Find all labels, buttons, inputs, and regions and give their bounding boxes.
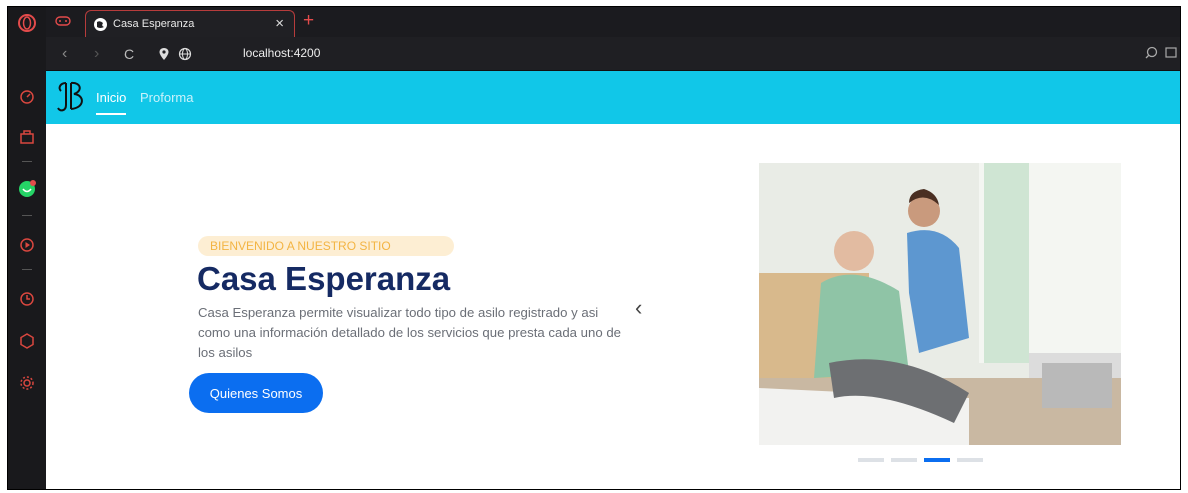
whatsapp-icon[interactable] bbox=[17, 179, 37, 199]
snapshot-icon[interactable] bbox=[1165, 46, 1178, 62]
page-viewport: Inicio Proforma BIENVENIDO A NUESTRO SIT… bbox=[46, 71, 1180, 489]
address-bar: ‹ › C localhost:4200 bbox=[46, 37, 1180, 71]
gamepad-icon[interactable] bbox=[54, 13, 72, 29]
carousel-prev-button[interactable]: ‹ bbox=[635, 295, 642, 321]
sidebar-divider bbox=[22, 161, 32, 162]
hero-description: Casa Esperanza permite visualizar todo t… bbox=[198, 305, 621, 360]
reload-button[interactable]: C bbox=[124, 46, 134, 62]
speed-dial-icon[interactable] bbox=[17, 87, 37, 107]
back-button[interactable]: ‹ bbox=[62, 45, 67, 63]
player-icon[interactable] bbox=[17, 235, 37, 255]
forward-button[interactable]: › bbox=[94, 45, 99, 63]
tab-casa-esperanza[interactable]: Casa Esperanza × bbox=[85, 10, 295, 37]
bag-icon[interactable] bbox=[17, 127, 37, 147]
carousel-indicator-active[interactable] bbox=[924, 458, 950, 462]
extensions-icon[interactable] bbox=[17, 331, 37, 351]
welcome-badge: BIENVENIDO A NUESTRO SITIO bbox=[198, 236, 454, 256]
search-icon[interactable] bbox=[1145, 46, 1158, 62]
hero-photo bbox=[759, 163, 1121, 445]
settings-gear-icon[interactable] bbox=[17, 373, 37, 393]
site-logo-icon[interactable] bbox=[54, 79, 90, 115]
url-field[interactable]: localhost:4200 bbox=[243, 46, 320, 60]
carousel-indicator[interactable] bbox=[957, 458, 983, 462]
history-icon[interactable] bbox=[17, 289, 37, 309]
location-pin-icon[interactable] bbox=[158, 47, 170, 61]
new-tab-button[interactable]: + bbox=[303, 11, 314, 31]
carousel-indicators bbox=[858, 458, 983, 462]
browser-window: Casa Esperanza × + ‹ › C localhost:4200 bbox=[7, 6, 1181, 490]
tab-strip: Casa Esperanza × + bbox=[46, 7, 1180, 37]
carousel-indicator[interactable] bbox=[858, 458, 884, 462]
quienes-somos-button[interactable]: Quienes Somos bbox=[189, 373, 323, 413]
tab-close-button[interactable]: × bbox=[275, 15, 284, 32]
nav-link-inicio[interactable]: Inicio bbox=[96, 90, 127, 115]
hero-title: Casa Esperanza bbox=[197, 260, 451, 297]
sidebar-divider bbox=[22, 215, 32, 216]
opera-logo-icon[interactable] bbox=[17, 13, 37, 33]
browser-sidebar bbox=[8, 7, 46, 489]
nav-link-proforma[interactable]: Proforma bbox=[140, 90, 193, 105]
carousel-indicator[interactable] bbox=[891, 458, 917, 462]
site-favicon-icon bbox=[94, 17, 107, 31]
site-navbar: Inicio Proforma bbox=[46, 71, 1180, 124]
tab-title: Casa Esperanza bbox=[113, 18, 195, 30]
globe-icon[interactable] bbox=[178, 47, 192, 61]
sidebar-divider bbox=[22, 269, 32, 270]
